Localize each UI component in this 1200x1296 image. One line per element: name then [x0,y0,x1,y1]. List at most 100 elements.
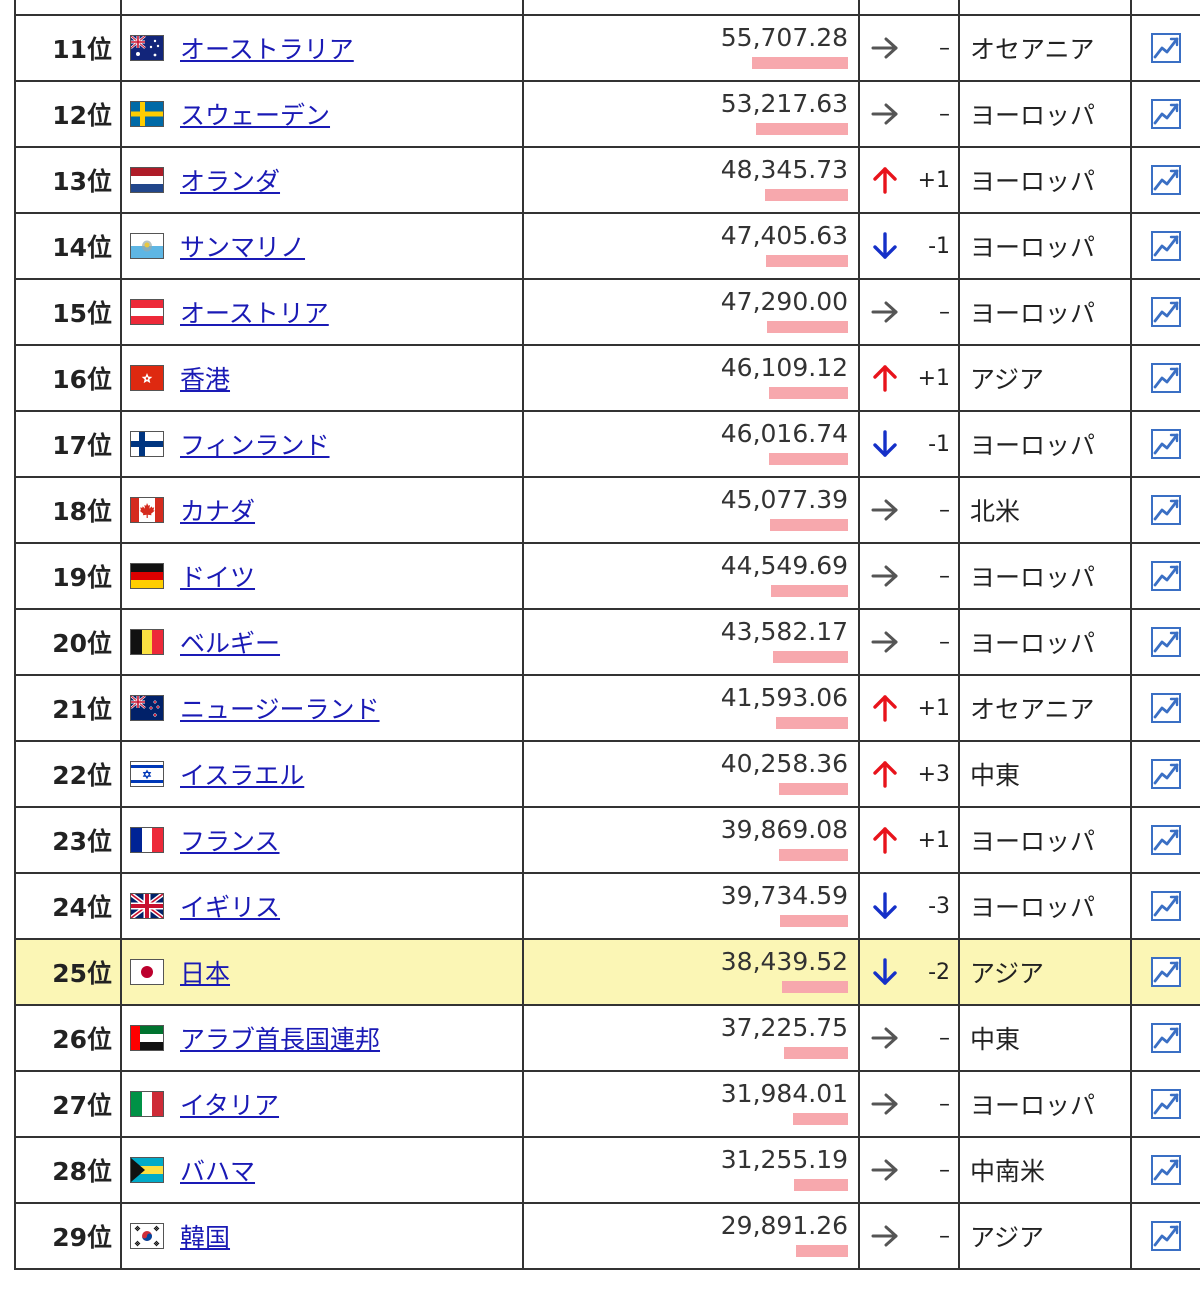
trend-cell [858,872,910,940]
country-wrap: フランス [122,822,522,858]
region-cell: 中南米 [958,1136,1132,1204]
country-link[interactable]: フィンランド [180,426,330,462]
ranking-table: 11位 オーストラリア 55,707.28– オセアニア 12位 スウェーデン 53,217… [14,0,1200,1270]
chart-icon[interactable] [1132,956,1200,988]
country-wrap: 香港 [122,360,522,396]
rank-change: – [910,542,960,610]
chart-icon[interactable] [1132,758,1200,790]
chart-icon[interactable] [1132,1022,1200,1054]
france-flag-icon [130,827,164,853]
region-cell: ヨーロッパ [958,806,1132,874]
rank-change [910,0,960,16]
rank-change: – [910,1136,960,1204]
rank-cell: 18位 [14,476,122,544]
country-wrap: オランダ [122,162,522,198]
region-cell: ヨーロッパ [958,872,1132,940]
country-link[interactable]: バハマ [180,1152,255,1188]
south-korea-flag-icon [130,1223,164,1249]
value-bar [766,321,848,333]
table-row: 22位 イスラエル 40,258.36 +3 中東 [14,740,1200,808]
table-row: 28位 バハマ 31,255.19 – 中南米 [14,1136,1200,1204]
value-cell: 48,345.73 [522,146,860,214]
chart-cell [1130,410,1200,478]
chart-icon[interactable] [1132,494,1200,526]
country-link[interactable]: サンマリノ [180,228,305,264]
table-row: 20位 ベルギー 43,582.17 – ヨーロッパ [14,608,1200,676]
rank-change: – [910,1070,960,1138]
chart-icon[interactable] [1132,32,1200,64]
region-cell: アジア [958,344,1132,412]
country-link[interactable]: イスラエル [180,756,304,792]
israel-flag-icon [130,761,164,787]
table-row: 17位 フィンランド 46,016.74 -1 ヨーロッパ [14,410,1200,478]
region-cell: ヨーロッパ [958,1070,1132,1138]
value-text: 47,405.63 [720,221,848,250]
table-row: 18位 カナダ 45,077.39 – 北米 [14,476,1200,544]
chart-icon[interactable] [1132,1088,1200,1120]
chart-icon[interactable] [1132,1220,1200,1252]
country-link[interactable]: アラブ首長国連邦 [180,1020,380,1056]
country-cell: フィンランド [120,410,524,478]
rank-cell [14,0,122,16]
country-link[interactable]: 日本 [180,954,230,990]
country-link[interactable]: 韓国 [180,1218,230,1254]
chart-icon[interactable] [1132,692,1200,724]
country-link[interactable]: ドイツ [180,558,255,594]
country-link[interactable]: オランダ [180,162,280,198]
country-link[interactable]: 香港 [180,360,230,396]
chart-icon[interactable] [1132,824,1200,856]
value-bar [796,1245,848,1257]
country-link[interactable]: ニュージーランド [180,690,380,726]
chart-icon[interactable] [1132,98,1200,130]
chart-icon[interactable] [1132,428,1200,460]
chart-cell [1130,1070,1200,1138]
chart-cell [1130,14,1200,82]
value-text: 31,984.01 [720,1079,848,1108]
chart-icon[interactable] [1132,890,1200,922]
country-link[interactable]: イギリス [180,888,280,924]
value-cell: 55,707.28 [522,14,860,82]
new-zealand-flag-icon [130,695,164,721]
chart-cell [1130,0,1200,16]
canada-flag-icon [130,497,164,523]
value-cell: 39,869.08 [522,806,860,874]
chart-icon[interactable] [1132,164,1200,196]
rank-cell: 16位 [14,344,122,412]
country-link[interactable]: オーストラリア [180,30,354,66]
arrow-right-icon [860,1222,910,1250]
chart-icon[interactable] [1132,560,1200,592]
country-link[interactable]: ベルギー [180,624,280,660]
country-link[interactable]: カナダ [180,492,255,528]
country-wrap: イギリス [122,888,522,924]
country-link[interactable]: フランス [180,822,280,858]
value-cell: 53,217.63 [522,80,860,148]
value-bar [772,651,848,663]
trend-cell [858,146,910,214]
trend-cell [858,938,910,1006]
country-link[interactable]: オーストリア [180,294,329,330]
finland-flag-icon [130,431,164,457]
germany-flag-icon [130,563,164,589]
chart-cell [1130,146,1200,214]
country-link[interactable]: スウェーデン [180,96,330,132]
country-cell: オランダ [120,146,524,214]
trend-cell [858,1136,910,1204]
rank-cell: 25位 [14,938,122,1006]
table-row: 27位 イタリア 31,984.01 – ヨーロッパ [14,1070,1200,1138]
value-text: 37,225.75 [720,1013,848,1042]
chart-icon[interactable] [1132,230,1200,262]
trend-cell [858,674,910,742]
chart-icon[interactable] [1132,626,1200,658]
value-bar [768,453,848,465]
chart-cell [1130,872,1200,940]
country-link[interactable]: イタリア [180,1086,279,1122]
rank-cell: 14位 [14,212,122,280]
chart-icon[interactable] [1132,362,1200,394]
region-cell: オセアニア [958,674,1132,742]
chart-icon[interactable] [1132,1154,1200,1186]
netherlands-flag-icon [130,167,164,193]
country-cell: カナダ [120,476,524,544]
value-text: 29,891.26 [720,1211,848,1240]
chart-icon[interactable] [1132,296,1200,328]
country-cell: イタリア [120,1070,524,1138]
